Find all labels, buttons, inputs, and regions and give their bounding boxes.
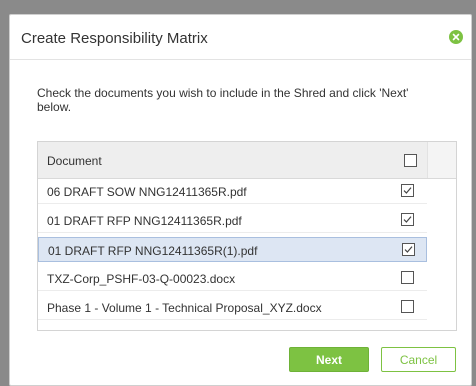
select-all-checkbox[interactable]: [404, 154, 417, 167]
document-name: 06 DRAFT SOW NNG12411365R.pdf: [47, 185, 247, 199]
document-name: 01 DRAFT RFP NNG12411365R(1).pdf: [48, 244, 258, 258]
header-scrollbar-spacer: [427, 142, 456, 178]
document-row[interactable]: 01 DRAFT RFP NNG12411365R.pdf: [38, 208, 427, 233]
document-checkbox[interactable]: [401, 300, 414, 313]
document-name: TXZ-Corp_PSHF-03-Q-00023.docx: [47, 272, 236, 286]
document-row[interactable]: TXZ-Corp_PSHF-03-Q-00023.docx: [38, 266, 427, 291]
document-checkbox[interactable]: [401, 184, 414, 197]
cancel-button[interactable]: Cancel: [381, 347, 456, 372]
close-icon[interactable]: [449, 30, 463, 44]
create-responsibility-matrix-dialog: Create Responsibility Matrix Check the d…: [9, 14, 472, 386]
document-name: Phase 1 - Volume 1 - Technical Proposal_…: [47, 301, 322, 315]
documents-grid: Document 06 DRAFT SOW NNG12411365R.pdf 01…: [37, 141, 457, 331]
document-column-header: Document: [47, 154, 102, 168]
grid-header: Document: [38, 142, 456, 179]
dialog-header: Create Responsibility Matrix: [10, 15, 471, 60]
dialog-title: Create Responsibility Matrix: [21, 30, 208, 47]
document-checkbox[interactable]: [402, 243, 415, 256]
document-row[interactable]: Phase 1 - Volume 1 - Technical Proposal_…: [38, 295, 427, 320]
document-name: 01 DRAFT RFP NNG12411365R.pdf: [47, 214, 242, 228]
document-checkbox[interactable]: [401, 271, 414, 284]
document-checkbox[interactable]: [401, 213, 414, 226]
document-row[interactable]: 01 DRAFT RFP NNG12411365R(1).pdf: [38, 237, 427, 262]
next-button[interactable]: Next: [289, 347, 369, 372]
instructions-text: Check the documents you wish to include …: [37, 86, 409, 114]
document-row[interactable]: 06 DRAFT SOW NNG12411365R.pdf: [38, 179, 427, 204]
